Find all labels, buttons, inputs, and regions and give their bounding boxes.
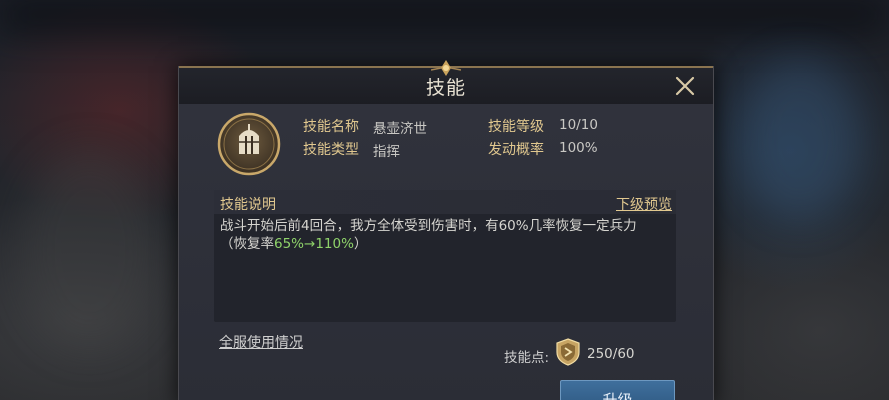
skill-type-label: 技能类型 <box>303 142 359 158</box>
description-line-1: 战斗开始后前4回合，我方全体受到伤害时，有60%几率恢复一定兵力 <box>220 218 637 234</box>
skill-name-label: 技能名称 <box>303 119 359 135</box>
skill-point-shield-icon <box>556 338 580 366</box>
trigger-rate-value: 100% <box>559 140 598 156</box>
description-line-2-prefix: （恢复率 <box>220 236 274 252</box>
background-blur <box>740 60 860 220</box>
next-level-preview-link[interactable]: 下级预览 <box>616 194 672 214</box>
description-line-2: （恢复率65%→110%） <box>220 235 670 253</box>
skill-description-box: 技能说明 下级预览 战斗开始后前4回合，我方全体受到伤害时，有60%几率恢复一定… <box>214 190 676 322</box>
game-screen: 技能 技能名称 悬壶济世 技能类型 指挥 技能等级 10/10 发动概率 100… <box>0 0 889 400</box>
skill-level-value: 10/10 <box>559 117 598 133</box>
skill-dialog: 技能 技能名称 悬壶济世 技能类型 指挥 技能等级 10/10 发动概率 100… <box>178 60 714 400</box>
skill-type-value: 指挥 <box>373 144 400 160</box>
dialog-body: 技能名称 悬壶济世 技能类型 指挥 技能等级 10/10 发动概率 100% 技… <box>179 104 713 400</box>
trigger-rate-label: 发动概率 <box>488 142 544 158</box>
recovery-rate-highlight: 65%→110% <box>274 236 354 252</box>
description-header: 技能说明 下级预览 <box>214 190 676 214</box>
background-top-bar <box>0 0 889 30</box>
close-button[interactable] <box>673 74 697 98</box>
description-text: 战斗开始后前4回合，我方全体受到伤害时，有60%几率恢复一定兵力 （恢复率65%… <box>220 217 670 253</box>
skill-points-label: 技能点: <box>504 350 550 366</box>
dialog-header: 技能 <box>179 60 713 105</box>
server-usage-link[interactable]: 全服使用情况 <box>219 332 303 352</box>
description-line-2-suffix: ） <box>353 236 368 252</box>
close-icon <box>675 76 695 96</box>
upgrade-button-label: 升级 <box>602 391 633 400</box>
background-blur <box>20 150 160 350</box>
upgrade-button[interactable]: 升级 <box>560 380 675 400</box>
skill-level-label: 技能等级 <box>488 119 544 135</box>
dialog-title: 技能 <box>425 77 466 99</box>
skill-points-value: 250/60 <box>587 346 635 362</box>
skill-name-value: 悬壶济世 <box>373 121 427 137</box>
description-title: 技能说明 <box>220 197 276 213</box>
knight-helmet-icon <box>217 112 281 176</box>
